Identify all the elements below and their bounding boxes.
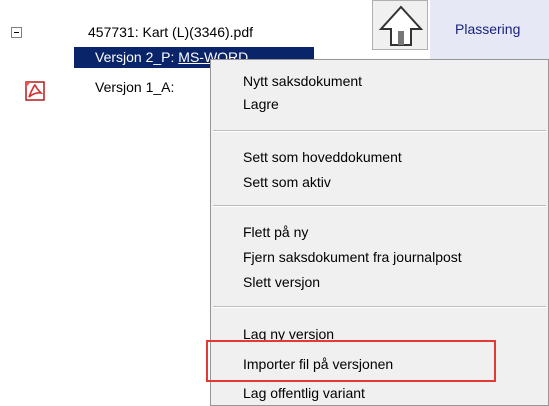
- upload-button[interactable]: [372, 0, 428, 50]
- version-1-label: Versjon 1_A:: [95, 79, 175, 95]
- menu-item-importer-fil[interactable]: Importer fil på versjonen: [243, 353, 393, 375]
- version-1-item[interactable]: Versjon 1_A:: [95, 77, 174, 97]
- plassering-column-header[interactable]: Plassering: [430, 0, 549, 68]
- menu-item-lag-ny-versjon[interactable]: Lag ny versjon: [243, 323, 334, 345]
- document-file-item[interactable]: 457731: Kart (L)(3346).pdf: [88, 22, 253, 42]
- collapse-toggle-icon[interactable]: [11, 27, 22, 38]
- menu-item-sett-som-aktiv[interactable]: Sett som aktiv: [243, 171, 331, 193]
- menu-separator: [213, 130, 546, 132]
- menu-item-lagre[interactable]: Lagre: [243, 93, 279, 115]
- menu-item-flett-pa-ny[interactable]: Flett på ny: [243, 221, 308, 243]
- document-file-label: 457731: Kart (L)(3346).pdf: [88, 24, 253, 40]
- menu-item-slett-versjon[interactable]: Slett versjon: [243, 271, 320, 293]
- menu-separator: [213, 306, 546, 308]
- menu-item-fjern-saksdokument[interactable]: Fjern saksdokument fra journalpost: [243, 246, 462, 268]
- pdf-icon: [25, 81, 45, 101]
- upload-arrow-icon: [378, 5, 424, 46]
- menu-item-sett-som-hoveddokument[interactable]: Sett som hoveddokument: [243, 146, 402, 168]
- context-menu: Nytt saksdokument Lagre Sett som hoveddo…: [210, 59, 549, 406]
- menu-item-nytt-saksdokument[interactable]: Nytt saksdokument: [243, 70, 362, 92]
- version-2-label-prefix: Versjon 2_P:: [95, 49, 179, 65]
- menu-item-lag-offentlig-variant[interactable]: Lag offentlig variant: [243, 382, 365, 404]
- plassering-label: Plassering: [455, 21, 521, 37]
- menu-separator: [213, 205, 546, 207]
